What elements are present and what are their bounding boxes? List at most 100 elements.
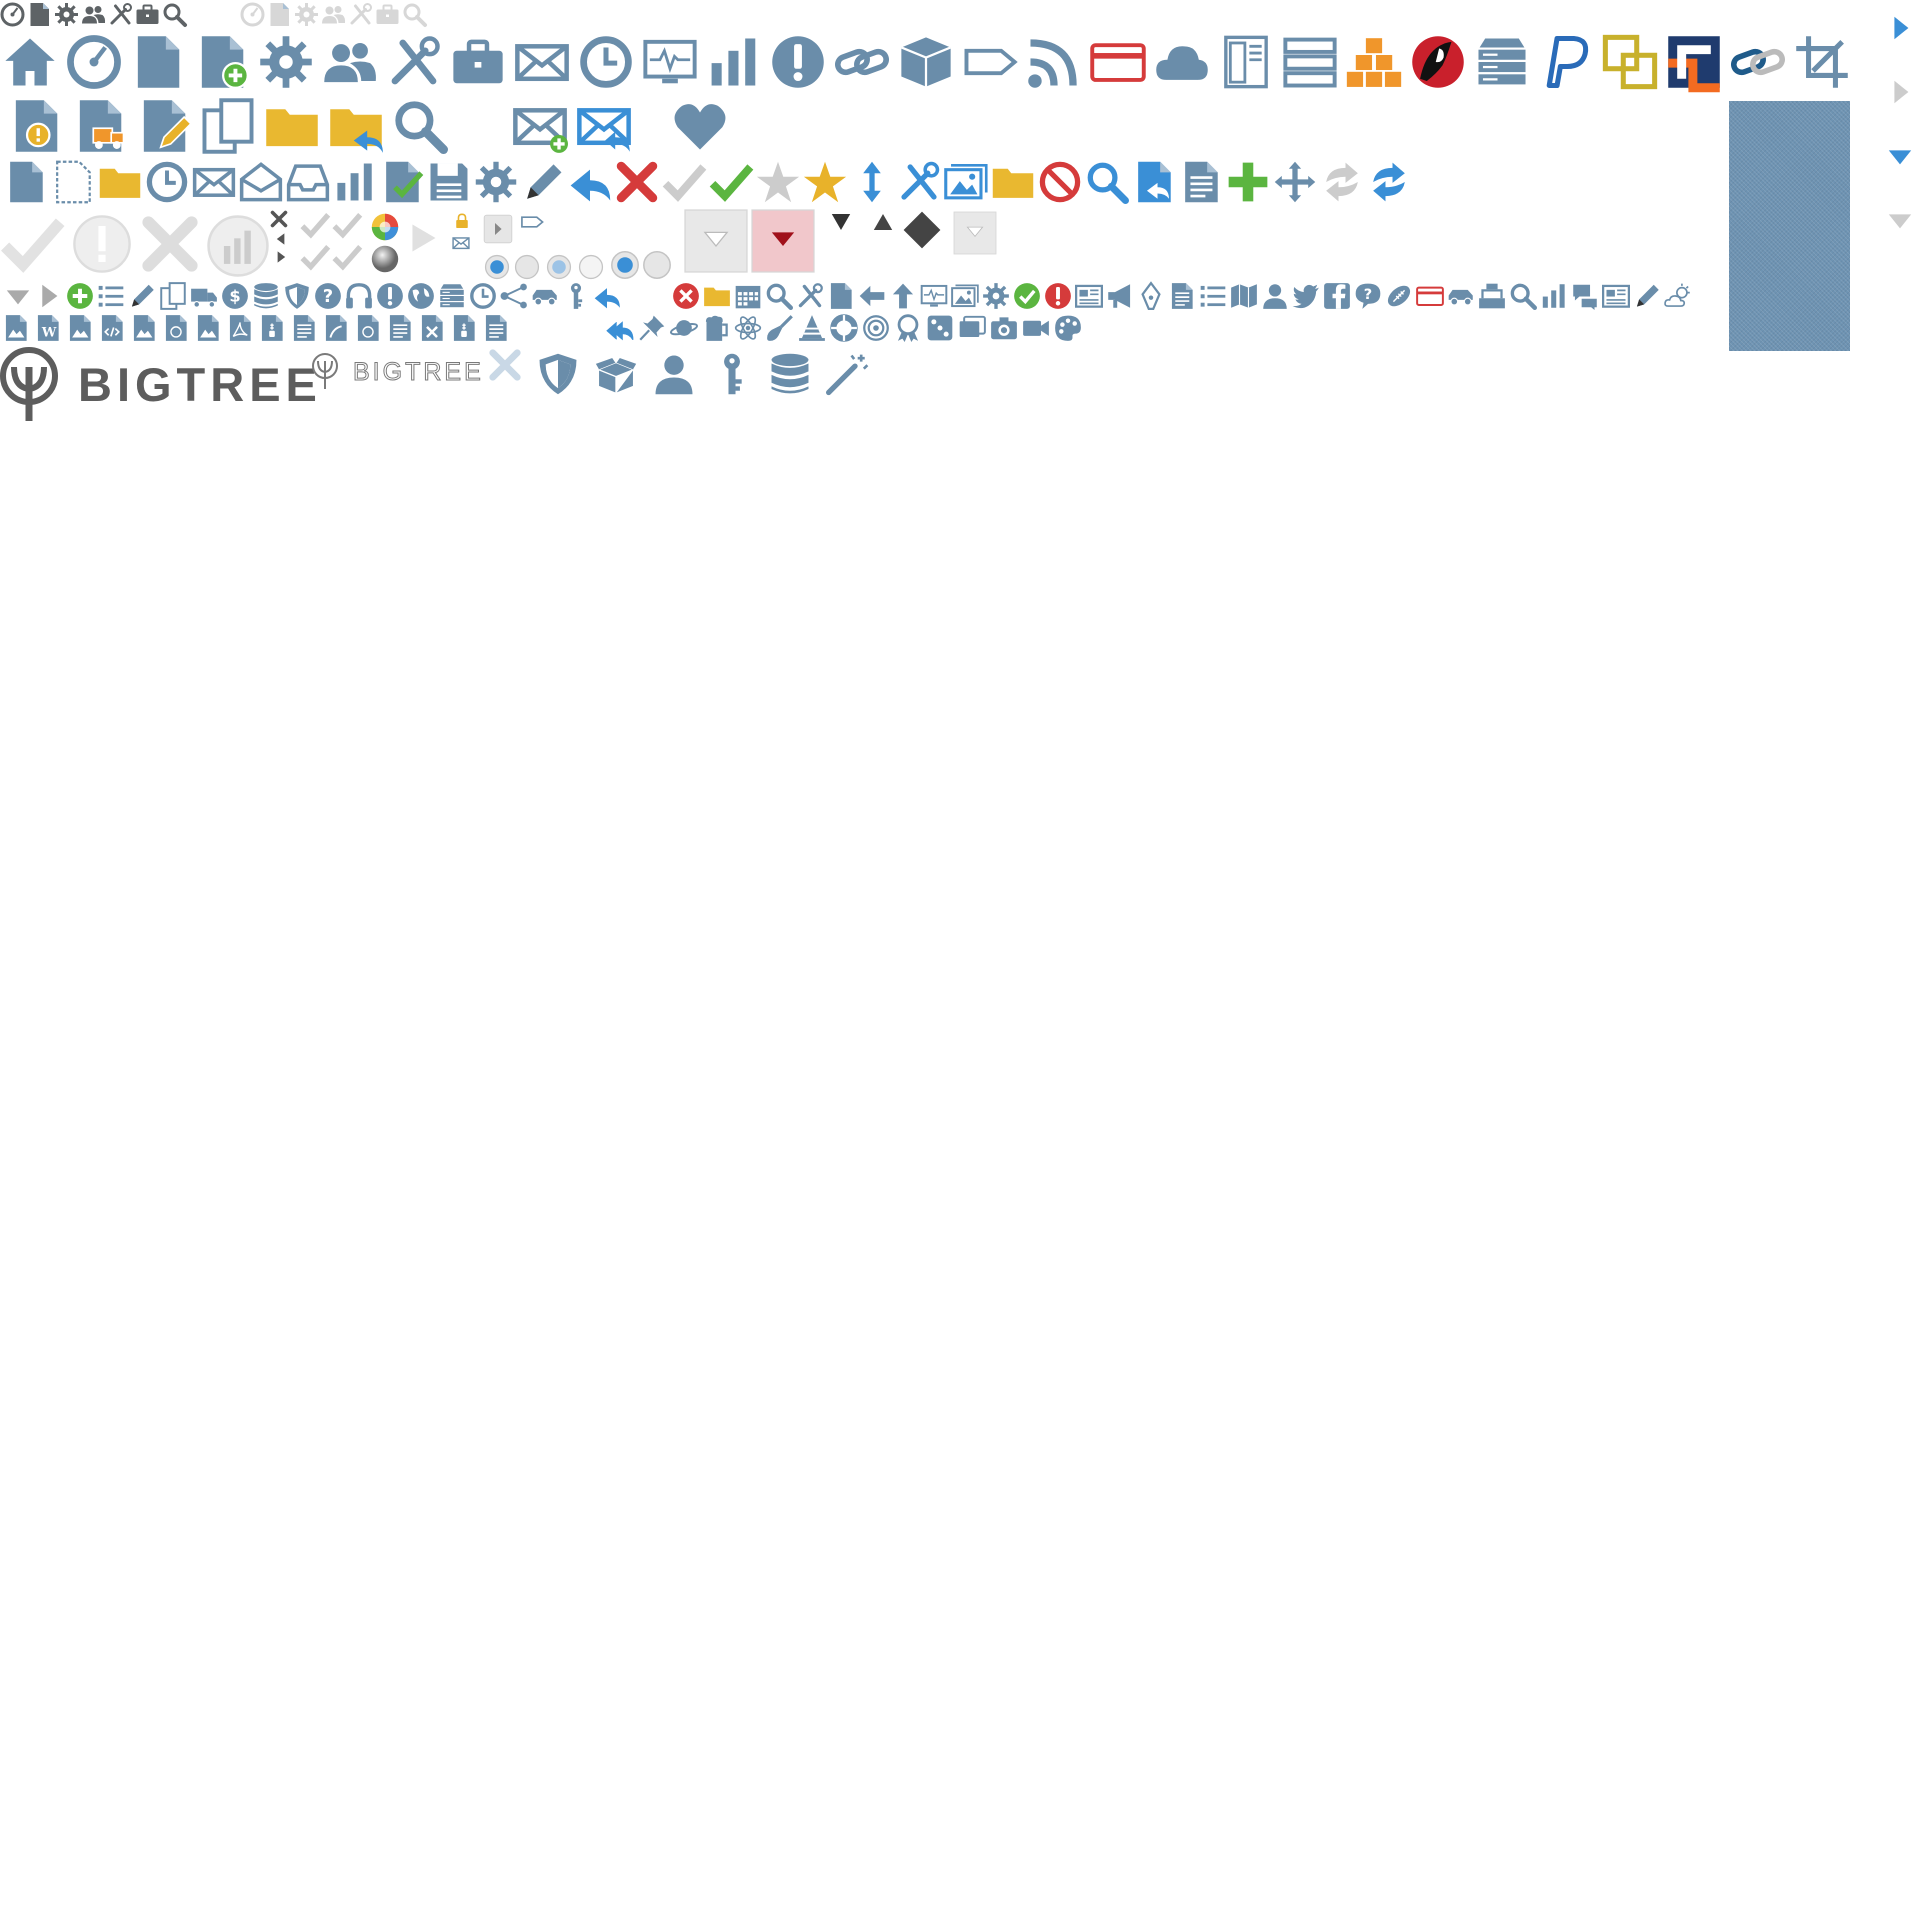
photos-icon (944, 160, 988, 204)
radio-on (484, 254, 510, 280)
arrow-button (482, 214, 514, 244)
users-icon-light-icon (321, 2, 346, 27)
overlapping-squares-icon (1602, 34, 1658, 90)
alarm-icon (469, 282, 497, 310)
paypal-logo-icon (1538, 34, 1594, 90)
briefcase-icon (135, 2, 160, 27)
copy-pages-icon (200, 98, 256, 154)
file-image-icon (66, 314, 94, 342)
boxes-icon (1345, 34, 1403, 90)
reply-icon (593, 282, 621, 310)
heart-icon (672, 98, 728, 154)
rackspace-logo-icon (1410, 34, 1466, 90)
tree-logo-icon (0, 347, 58, 421)
document-icon (1179, 160, 1223, 204)
radio-hover (546, 254, 572, 280)
person-icon (1261, 282, 1289, 310)
tiny-arrow-right-icon (274, 250, 288, 264)
package-icon (898, 34, 954, 90)
reply-all-icon (606, 314, 634, 342)
server-icon (1474, 34, 1530, 90)
bar-chart-icon (706, 34, 762, 90)
file-image-icon (194, 314, 222, 342)
tiny-x-icon (270, 210, 288, 228)
pencil-icon (521, 160, 565, 204)
texture-swatch (1729, 101, 1850, 351)
tag-icon (962, 34, 1018, 90)
close-light-icon (488, 348, 522, 382)
target-icon (862, 314, 890, 342)
clock-icon (578, 34, 634, 90)
cart-icon (1447, 282, 1475, 310)
globe-icon (407, 282, 435, 310)
shield-icon (536, 352, 580, 396)
delete-circle-icon (672, 282, 700, 310)
save-icon (427, 160, 471, 204)
megaphone-icon (1106, 282, 1134, 310)
plus-green-icon (1226, 160, 1270, 204)
alert-icon (770, 34, 826, 90)
svg-text:W: W (41, 325, 57, 340)
bigtree-logo-outline: BIGTREE (309, 351, 485, 391)
file-archive-icon (450, 314, 478, 342)
tools-icon (386, 34, 442, 90)
document-column-icon (1218, 34, 1274, 90)
arrow-up-icon (889, 282, 917, 310)
alert-circle-icon (1044, 282, 1072, 310)
checkbox-on (300, 242, 331, 272)
list-rows-icon (1282, 34, 1338, 90)
pencil-icon (128, 282, 156, 310)
tools-icon (796, 282, 824, 310)
checkbox-on (332, 242, 363, 272)
database-icon (252, 282, 280, 310)
shovel-icon (766, 314, 794, 342)
alert-circle-light-icon (72, 214, 132, 274)
pages-icon (27, 2, 52, 27)
dashboard-icon-light-icon (240, 2, 265, 27)
home-icon (2, 34, 58, 90)
select-arrow-active (750, 209, 816, 273)
search-icon (765, 282, 793, 310)
authorize-logo-icon (1666, 34, 1722, 93)
reply-icon (568, 160, 612, 204)
magic-wand-icon (826, 352, 870, 396)
pin-icon (638, 314, 666, 342)
car-icon (531, 282, 559, 310)
pages-icon-light-icon (267, 2, 292, 27)
file-image-icon (130, 314, 158, 342)
users-icon (322, 34, 378, 90)
developer-tools-icon (108, 2, 133, 27)
caret-down-icon (4, 282, 32, 310)
page-move-icon (72, 98, 128, 154)
checkbox-off (332, 210, 363, 240)
magnifier-icon (1509, 282, 1537, 310)
dropdown-diamond (902, 210, 942, 250)
gear-icon (474, 160, 518, 204)
folder-return-icon (328, 98, 384, 154)
truck-icon (190, 282, 218, 310)
planet-icon (669, 314, 699, 342)
no-entry-icon (1038, 160, 1082, 204)
page-alert-icon (8, 98, 64, 154)
newspaper-icon (1075, 282, 1103, 310)
cloud-icon (1154, 34, 1210, 90)
twitter-icon (1292, 282, 1320, 310)
settings-icon (54, 2, 79, 27)
file-flash-icon (322, 314, 350, 342)
document-list-icon (1168, 282, 1196, 310)
award-icon (894, 314, 922, 342)
file-image-icon (2, 314, 30, 342)
monitor-icon (920, 282, 948, 310)
question-bubble-icon: ? (1354, 282, 1382, 310)
svg-text:?: ? (1364, 286, 1372, 303)
star-gray-icon (756, 160, 800, 204)
new-page-icon (51, 160, 95, 204)
key-icon (562, 282, 590, 310)
radio-light (578, 254, 604, 280)
search-icon-light-icon (402, 2, 427, 27)
file-excel-icon (418, 314, 446, 342)
lock-icon (454, 210, 470, 232)
bar-chart-icon (333, 160, 377, 204)
football-icon (1385, 282, 1413, 310)
server-icon (438, 282, 466, 310)
